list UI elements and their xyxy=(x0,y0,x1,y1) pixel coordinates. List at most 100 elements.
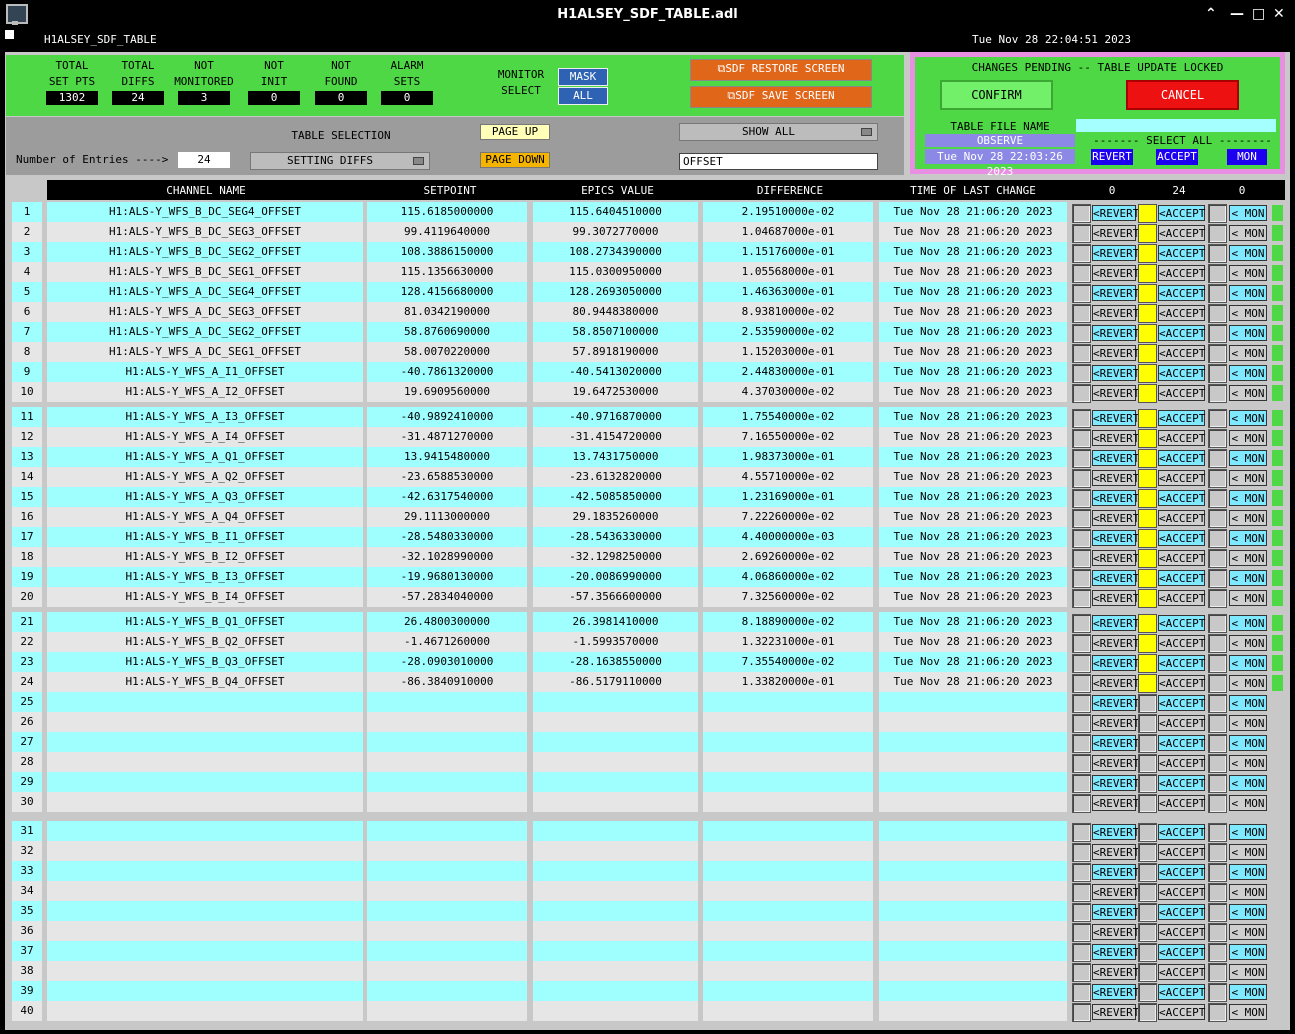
row-accept-button[interactable]: <ACCEPT xyxy=(1158,864,1205,880)
row-revert-button[interactable]: <REVERT xyxy=(1092,884,1139,900)
row-revert-button[interactable]: <REVERT xyxy=(1092,510,1139,526)
row-revert-button[interactable]: <REVERT xyxy=(1092,385,1139,401)
row-accept-button[interactable]: <ACCEPT xyxy=(1158,795,1205,811)
mon-select-checkbox[interactable] xyxy=(1208,983,1227,1002)
revert-select-checkbox[interactable] xyxy=(1072,409,1091,428)
row-mon-button[interactable]: < MON xyxy=(1229,530,1267,546)
revert-select-checkbox[interactable] xyxy=(1072,923,1091,942)
revert-select-checkbox[interactable] xyxy=(1072,529,1091,548)
mon-select-checkbox[interactable] xyxy=(1208,509,1227,528)
row-mon-button[interactable]: < MON xyxy=(1229,225,1267,241)
accept-select-checkbox[interactable] xyxy=(1138,774,1157,793)
channel-filter-input[interactable]: OFFSET xyxy=(679,153,878,170)
row-revert-button[interactable]: <REVERT xyxy=(1092,655,1139,671)
mon-select-checkbox[interactable] xyxy=(1208,1003,1227,1022)
row-revert-button[interactable]: <REVERT xyxy=(1092,305,1139,321)
revert-select-checkbox[interactable] xyxy=(1072,883,1091,902)
select-all-accept-button[interactable]: ACCEPT xyxy=(1156,149,1198,165)
row-accept-button[interactable]: <ACCEPT xyxy=(1158,715,1205,731)
collapse-icon[interactable]: ⌃ xyxy=(1205,6,1217,22)
revert-select-checkbox[interactable] xyxy=(1072,449,1091,468)
accept-select-checkbox[interactable] xyxy=(1138,304,1157,323)
row-mon-button[interactable]: < MON xyxy=(1229,510,1267,526)
row-mon-button[interactable]: < MON xyxy=(1229,205,1267,221)
mon-select-checkbox[interactable] xyxy=(1208,529,1227,548)
revert-select-checkbox[interactable] xyxy=(1072,344,1091,363)
revert-select-checkbox[interactable] xyxy=(1072,429,1091,448)
row-mon-button[interactable]: < MON xyxy=(1229,695,1267,711)
row-mon-button[interactable]: < MON xyxy=(1229,1004,1267,1020)
mon-select-checkbox[interactable] xyxy=(1208,923,1227,942)
row-mon-button[interactable]: < MON xyxy=(1229,265,1267,281)
row-revert-button[interactable]: <REVERT xyxy=(1092,795,1139,811)
revert-select-checkbox[interactable] xyxy=(1072,204,1091,223)
row-revert-button[interactable]: <REVERT xyxy=(1092,470,1139,486)
accept-select-checkbox[interactable] xyxy=(1138,204,1157,223)
mon-select-checkbox[interactable] xyxy=(1208,344,1227,363)
row-mon-button[interactable]: < MON xyxy=(1229,884,1267,900)
row-revert-button[interactable]: <REVERT xyxy=(1092,775,1139,791)
revert-select-checkbox[interactable] xyxy=(1072,509,1091,528)
row-accept-button[interactable]: <ACCEPT xyxy=(1158,550,1205,566)
revert-select-checkbox[interactable] xyxy=(1072,823,1091,842)
accept-select-checkbox[interactable] xyxy=(1138,963,1157,982)
row-mon-button[interactable]: < MON xyxy=(1229,345,1267,361)
accept-select-checkbox[interactable] xyxy=(1138,284,1157,303)
mon-select-checkbox[interactable] xyxy=(1208,384,1227,403)
revert-select-checkbox[interactable] xyxy=(1072,734,1091,753)
revert-select-checkbox[interactable] xyxy=(1072,614,1091,633)
row-revert-button[interactable]: <REVERT xyxy=(1092,735,1139,751)
row-mon-button[interactable]: < MON xyxy=(1229,615,1267,631)
accept-select-checkbox[interactable] xyxy=(1138,863,1157,882)
accept-select-checkbox[interactable] xyxy=(1138,754,1157,773)
mon-select-checkbox[interactable] xyxy=(1208,774,1227,793)
revert-select-checkbox[interactable] xyxy=(1072,963,1091,982)
revert-select-checkbox[interactable] xyxy=(1072,324,1091,343)
row-accept-button[interactable]: <ACCEPT xyxy=(1158,365,1205,381)
sdf-restore-screen-button[interactable]: ⧉SDF RESTORE SCREEN xyxy=(690,59,872,81)
mon-select-checkbox[interactable] xyxy=(1208,224,1227,243)
accept-select-checkbox[interactable] xyxy=(1138,244,1157,263)
row-revert-button[interactable]: <REVERT xyxy=(1092,365,1139,381)
accept-select-checkbox[interactable] xyxy=(1138,529,1157,548)
row-accept-button[interactable]: <ACCEPT xyxy=(1158,775,1205,791)
row-mon-button[interactable]: < MON xyxy=(1229,430,1267,446)
all-button[interactable]: ALL xyxy=(558,87,608,105)
accept-select-checkbox[interactable] xyxy=(1138,324,1157,343)
row-accept-button[interactable]: <ACCEPT xyxy=(1158,530,1205,546)
revert-select-checkbox[interactable] xyxy=(1072,244,1091,263)
row-accept-button[interactable]: <ACCEPT xyxy=(1158,285,1205,301)
row-accept-button[interactable]: <ACCEPT xyxy=(1158,325,1205,341)
row-accept-button[interactable]: <ACCEPT xyxy=(1158,984,1205,1000)
mon-select-checkbox[interactable] xyxy=(1208,589,1227,608)
select-all-revert-button[interactable]: REVERT xyxy=(1091,149,1133,165)
row-revert-button[interactable]: <REVERT xyxy=(1092,984,1139,1000)
row-mon-button[interactable]: < MON xyxy=(1229,550,1267,566)
row-revert-button[interactable]: <REVERT xyxy=(1092,570,1139,586)
row-revert-button[interactable]: <REVERT xyxy=(1092,635,1139,651)
revert-select-checkbox[interactable] xyxy=(1072,1003,1091,1022)
row-mon-button[interactable]: < MON xyxy=(1229,824,1267,840)
row-accept-button[interactable]: <ACCEPT xyxy=(1158,205,1205,221)
page-up-button[interactable]: PAGE UP xyxy=(480,124,550,140)
accept-select-checkbox[interactable] xyxy=(1138,549,1157,568)
row-mon-button[interactable]: < MON xyxy=(1229,410,1267,426)
row-mon-button[interactable]: < MON xyxy=(1229,755,1267,771)
row-accept-button[interactable]: <ACCEPT xyxy=(1158,245,1205,261)
row-mon-button[interactable]: < MON xyxy=(1229,715,1267,731)
row-mon-button[interactable]: < MON xyxy=(1229,325,1267,341)
mon-select-checkbox[interactable] xyxy=(1208,409,1227,428)
mon-select-checkbox[interactable] xyxy=(1208,324,1227,343)
mon-select-checkbox[interactable] xyxy=(1208,714,1227,733)
revert-select-checkbox[interactable] xyxy=(1072,224,1091,243)
row-accept-button[interactable]: <ACCEPT xyxy=(1158,735,1205,751)
row-revert-button[interactable]: <REVERT xyxy=(1092,844,1139,860)
row-accept-button[interactable]: <ACCEPT xyxy=(1158,265,1205,281)
mask-button[interactable]: MASK xyxy=(558,68,608,86)
row-revert-button[interactable]: <REVERT xyxy=(1092,225,1139,241)
accept-select-checkbox[interactable] xyxy=(1138,943,1157,962)
row-mon-button[interactable]: < MON xyxy=(1229,635,1267,651)
row-mon-button[interactable]: < MON xyxy=(1229,964,1267,980)
mon-select-checkbox[interactable] xyxy=(1208,549,1227,568)
accept-select-checkbox[interactable] xyxy=(1138,654,1157,673)
